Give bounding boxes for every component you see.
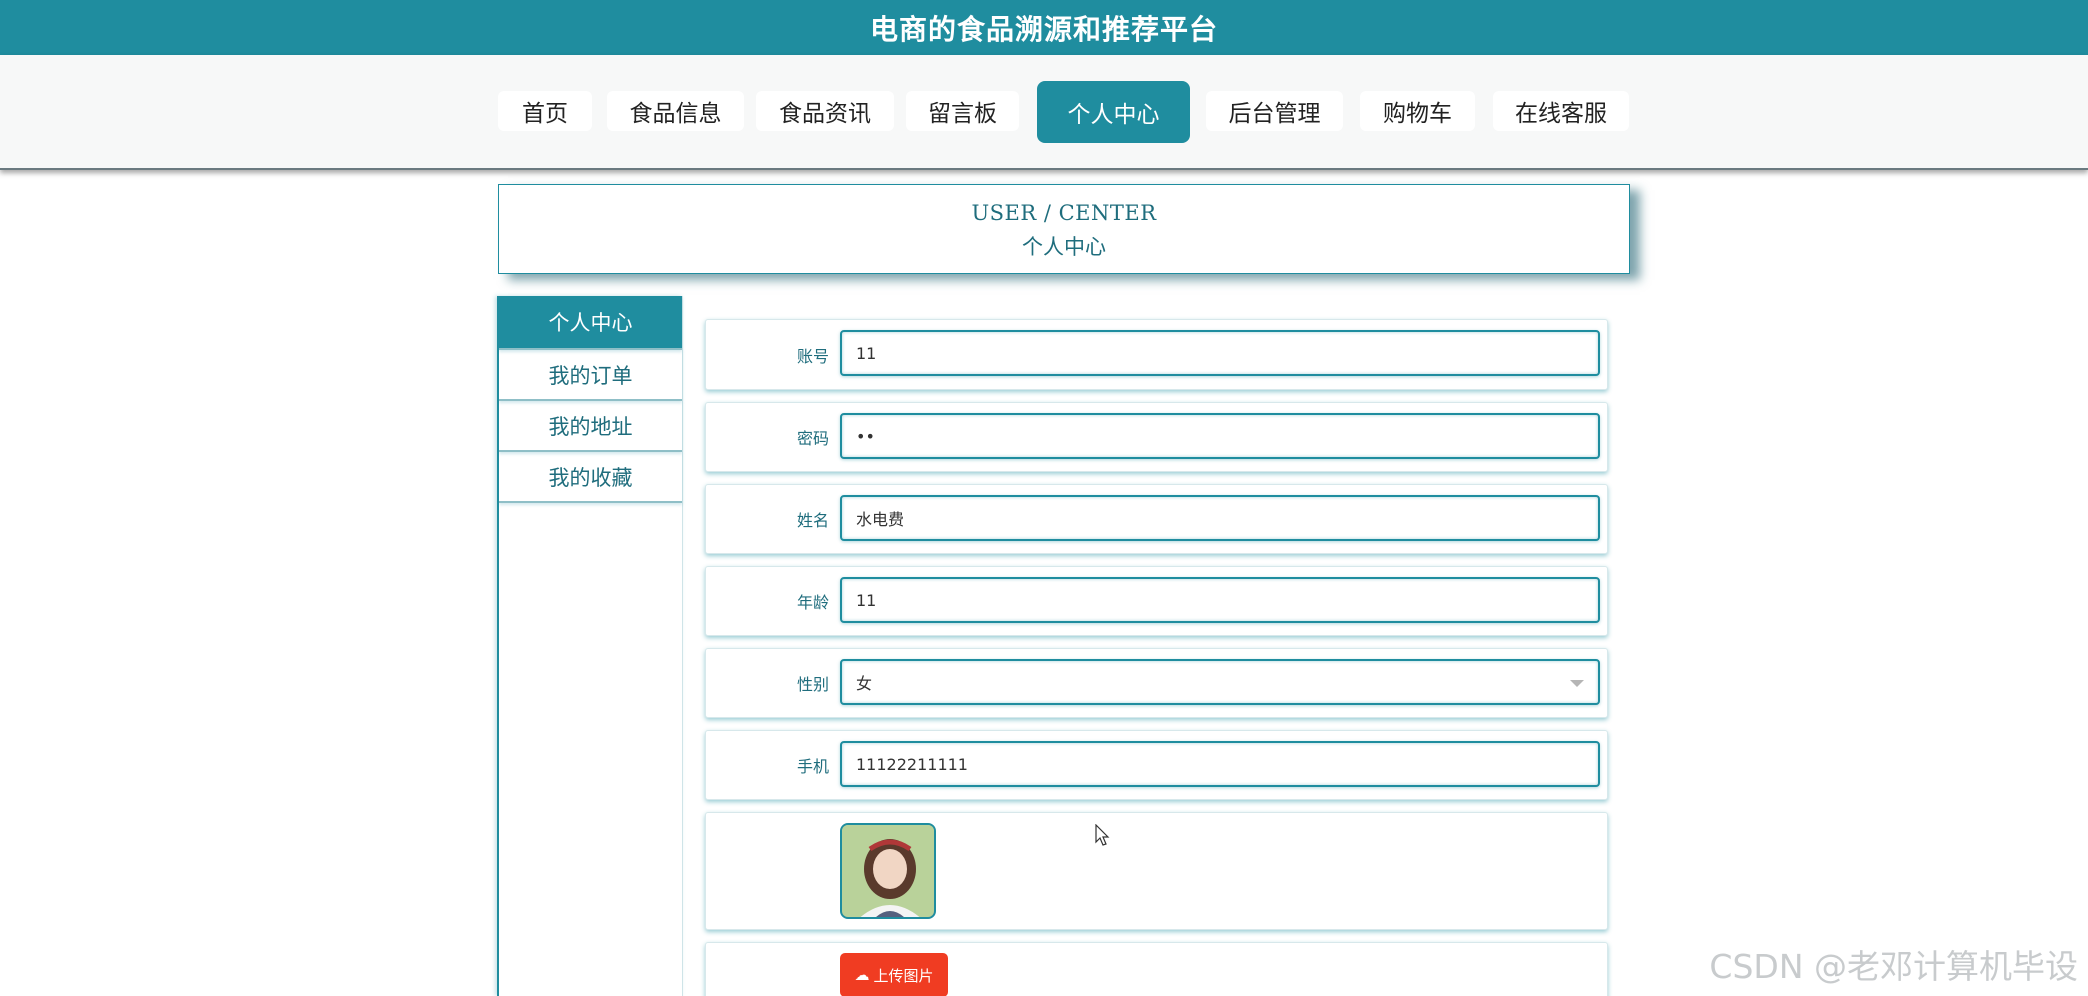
avatar-row bbox=[705, 812, 1608, 930]
password-input[interactable]: •• bbox=[840, 413, 1600, 459]
gender-label: 性别 bbox=[796, 675, 829, 694]
password-label: 密码 bbox=[796, 429, 829, 448]
account-input[interactable]: 11 bbox=[840, 330, 1600, 376]
phone-label: 手机 bbox=[796, 757, 829, 776]
section-title-en: USER / CENTER bbox=[971, 201, 1157, 225]
age-input[interactable]: 11 bbox=[840, 577, 1600, 623]
phone-input[interactable]: 11122211111 bbox=[840, 741, 1600, 787]
sidebar-item-my-favorites[interactable]: 我的收藏 bbox=[499, 452, 682, 503]
mouse-cursor-icon bbox=[1095, 824, 1110, 846]
avatar-portrait-icon bbox=[842, 825, 934, 917]
nav-item-message-board[interactable]: 留言板 bbox=[906, 91, 1019, 131]
nav-item-online-service[interactable]: 在线客服 bbox=[1493, 91, 1629, 131]
nav-item-admin[interactable]: 后台管理 bbox=[1206, 91, 1343, 131]
name-label: 姓名 bbox=[796, 511, 829, 530]
avatar-image bbox=[840, 823, 936, 919]
watermark: CSDN @老邓计算机毕设 bbox=[1709, 947, 2078, 986]
main-nav: 首页 食品信息 食品资讯 留言板 个人中心 后台管理 购物车 在线客服 bbox=[0, 55, 2088, 170]
sidebar-item-my-address[interactable]: 我的地址 bbox=[499, 401, 682, 452]
account-label: 账号 bbox=[796, 346, 829, 366]
chevron-down-icon bbox=[1570, 680, 1584, 687]
name-row: 姓名 水电费 bbox=[705, 484, 1608, 554]
section-title-cn: 个人中心 bbox=[1022, 235, 1106, 259]
section-header: USER / CENTER 个人中心 bbox=[498, 184, 1630, 274]
sidebar: 个人中心 我的订单 我的地址 我的收藏 bbox=[497, 296, 683, 996]
nav-item-home[interactable]: 首页 bbox=[498, 91, 592, 131]
account-row: 账号 11 bbox=[705, 319, 1608, 390]
title-bar: 电商的食品溯源和推荐平台 bbox=[0, 0, 2088, 55]
password-row: 密码 •• bbox=[705, 402, 1608, 472]
sidebar-item-user-center[interactable]: 个人中心 bbox=[499, 296, 682, 350]
sidebar-item-my-orders[interactable]: 我的订单 bbox=[499, 350, 682, 401]
nav-item-cart[interactable]: 购物车 bbox=[1360, 91, 1475, 131]
cloud-upload-icon: ☁ bbox=[854, 966, 870, 984]
gender-selected-value: 女 bbox=[856, 674, 873, 693]
upload-row: ☁ 上传图片 bbox=[705, 942, 1608, 996]
upload-image-label: 上传图片 bbox=[873, 966, 934, 985]
phone-row: 手机 11122211111 bbox=[705, 730, 1608, 800]
nav-item-food-info[interactable]: 食品信息 bbox=[607, 91, 744, 131]
age-label: 年龄 bbox=[796, 593, 829, 612]
age-row: 年龄 11 bbox=[705, 566, 1608, 636]
nav-item-user-center[interactable]: 个人中心 bbox=[1037, 81, 1190, 143]
gender-select[interactable]: 女 bbox=[840, 659, 1600, 705]
upload-image-button[interactable]: ☁ 上传图片 bbox=[840, 953, 948, 996]
site-title: 电商的食品溯源和推荐平台 bbox=[869, 12, 1218, 46]
nav-item-food-news[interactable]: 食品资讯 bbox=[756, 91, 894, 131]
name-input[interactable]: 水电费 bbox=[840, 495, 1600, 541]
gender-row: 性别 女 bbox=[705, 648, 1608, 718]
